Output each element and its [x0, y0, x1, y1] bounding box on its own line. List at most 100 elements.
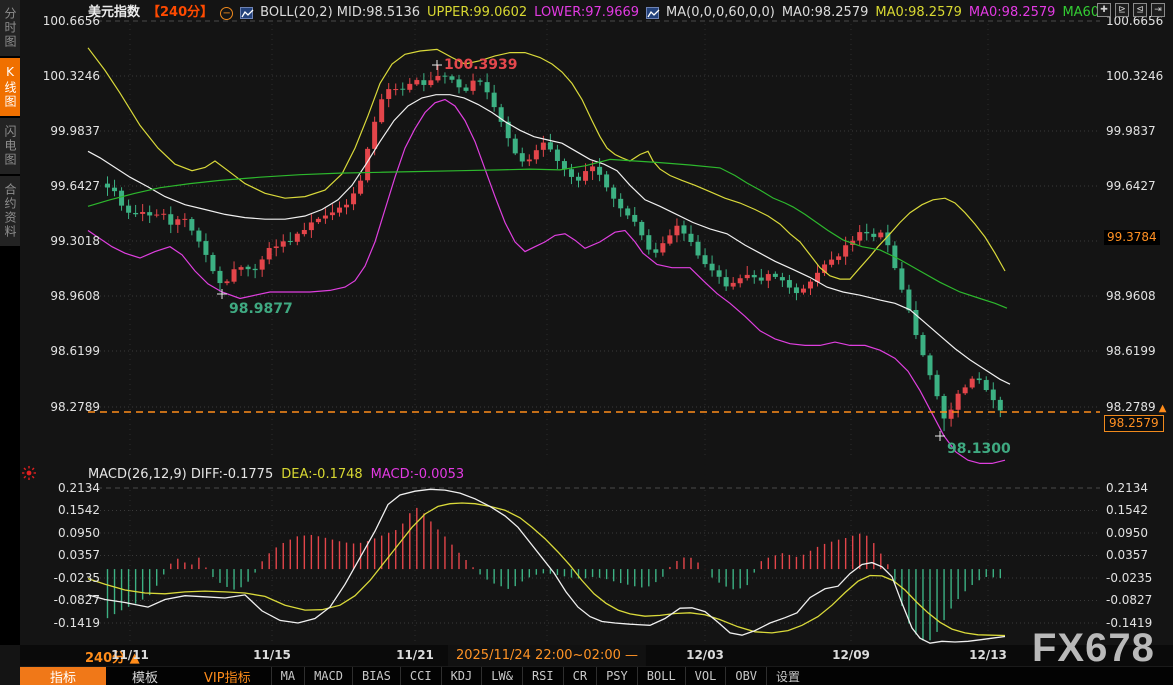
candle-body: [871, 234, 876, 237]
candle-body: [759, 278, 764, 281]
candle-body: [710, 264, 715, 271]
candle-body: [161, 214, 166, 215]
sidebar-tab-4[interactable]: 合约资料: [0, 176, 20, 246]
toolbar-item-指标[interactable]: 指标: [20, 667, 106, 685]
toolbar-item-MACD[interactable]: MACD: [304, 667, 352, 685]
date-tick-label: 11/21: [396, 648, 434, 662]
candle-body: [534, 150, 539, 159]
candle-body: [604, 174, 609, 187]
price-extreme-label: 100.3939: [444, 57, 518, 73]
candle-body: [449, 76, 454, 79]
candle-body: [970, 379, 975, 388]
candle-body: [949, 410, 954, 419]
candle-body: [998, 400, 1003, 410]
price-axis-label: 98.6199: [1106, 344, 1156, 358]
candle-body: [147, 212, 152, 215]
ma60-line: [88, 159, 1007, 308]
candle-body: [471, 81, 476, 91]
candle-body: [210, 255, 215, 271]
pan-icon[interactable]: ✚: [1097, 3, 1111, 17]
time-axis: 240分 ▲ 2025/11/24 22:00~02:00 — 11/1111/…: [20, 645, 1173, 666]
price-axis-label: 98.9608: [1106, 289, 1156, 303]
collapse-circle-icon[interactable]: −: [220, 7, 233, 20]
sidebar-tab-1[interactable]: 分时图: [0, 0, 20, 56]
candle-body: [653, 249, 658, 252]
window-buttons: ✚ ⊵ ⊴ ⇥: [1097, 3, 1165, 17]
header-segment: MA0:98.2579: [875, 4, 962, 22]
toolbar-item-MA[interactable]: MA: [271, 667, 304, 685]
toolbar-item-PSY[interactable]: PSY: [596, 667, 637, 685]
toolbar-item-RSI[interactable]: RSI: [522, 667, 563, 685]
toolbar-item-KDJ[interactable]: KDJ: [441, 667, 482, 685]
crosshair-time-label: 2025/11/24 22:00~02:00 —: [448, 645, 646, 666]
header-segment: MA0:98.2579: [969, 4, 1056, 22]
candle-body: [372, 122, 377, 149]
candle-body: [414, 80, 419, 84]
candle-body: [977, 378, 982, 380]
price-axis-label: 98.9608: [28, 289, 100, 303]
indicator-toolbar: 指标模板VIP指标MAMACDBIASCCIKDJLW&RSICRPSYBOLL…: [20, 666, 1173, 685]
macd-axis-label: -0.0235: [28, 571, 100, 585]
toolbar-item-VOL[interactable]: VOL: [685, 667, 726, 685]
candle-body: [928, 355, 933, 375]
pane-chart-right-icon[interactable]: ⊴: [1133, 3, 1147, 17]
trading-app-window: 100.393998.987798.1300 分时图K线图闪电图合约资料 美元指…: [0, 0, 1173, 685]
macd-axis-label: 0.2134: [1106, 481, 1148, 495]
pane-chart-left-icon[interactable]: ⊵: [1115, 3, 1129, 17]
candle-body: [597, 167, 602, 175]
fx678-watermark: FX678: [1032, 626, 1155, 671]
candle-body: [316, 219, 321, 222]
indicator-chart-icon[interactable]: [240, 7, 253, 19]
candle-body: [274, 246, 279, 248]
candle-body: [203, 241, 208, 255]
toolbar-item-LW&[interactable]: LW&: [481, 667, 522, 685]
toolbar-item-模板[interactable]: 模板: [106, 667, 184, 685]
candle-body: [667, 235, 672, 243]
sidebar-tab-3[interactable]: 闪电图: [0, 118, 20, 174]
candle-body: [225, 281, 230, 283]
header-segment: BOLL(20,2) MID:98.5136: [260, 4, 420, 22]
candle-body: [217, 271, 222, 283]
candlestick-macd-chart[interactable]: 100.393998.987798.1300: [0, 0, 1173, 685]
toolbar-item-VIP指标[interactable]: VIP指标: [184, 667, 271, 685]
candle-body: [899, 268, 904, 289]
candle-body: [590, 166, 595, 171]
candle-body: [323, 216, 328, 219]
candle-body: [794, 287, 799, 293]
toolbar-item-CR[interactable]: CR: [563, 667, 596, 685]
candle-body: [752, 275, 757, 277]
sidebar-tab-2[interactable]: K线图: [0, 58, 20, 116]
price-extreme-label: 98.9877: [229, 301, 293, 317]
candle-body: [464, 88, 469, 91]
toolbar-item-BOLL[interactable]: BOLL: [637, 667, 685, 685]
candle-body: [808, 282, 813, 289]
price-axis-label: 99.6427: [28, 179, 100, 193]
price-axis-label: 98.6199: [28, 344, 100, 358]
toolbar-item-OBV[interactable]: OBV: [725, 667, 766, 685]
indicator-chart-icon[interactable]: [646, 7, 659, 19]
toolbar-item-CCI[interactable]: CCI: [400, 667, 441, 685]
candle-body: [935, 375, 940, 396]
toolbar-item-设置[interactable]: 设置: [766, 667, 809, 685]
toolbar-item-BIAS[interactable]: BIAS: [352, 667, 400, 685]
macd-header-segment: MACD(26,12,9) DIFF:-0.1775: [88, 467, 273, 482]
candle-body: [555, 150, 560, 161]
candle-body: [239, 267, 244, 270]
chart-type-sidebar: 分时图K线图闪电图合约资料: [0, 0, 20, 645]
candle-body: [696, 242, 701, 256]
candle-body: [864, 232, 869, 233]
candle-body: [105, 184, 110, 188]
scale-arrow-icon[interactable]: ▲: [1156, 403, 1167, 414]
candle-body: [906, 290, 911, 311]
price-axis-label: 99.6427: [1106, 179, 1156, 193]
candle-body: [246, 267, 251, 269]
expand-right-icon[interactable]: ⇥: [1151, 3, 1165, 17]
indicator-gadget-icon[interactable]: [21, 465, 37, 485]
candle-body: [457, 79, 462, 87]
candle-body: [984, 380, 989, 390]
candle-body: [133, 213, 138, 214]
date-tick-label: 12/03: [686, 648, 724, 662]
candle-body: [688, 234, 693, 242]
candle-body: [281, 241, 286, 246]
price-axis-label: 98.2789: [28, 400, 100, 414]
